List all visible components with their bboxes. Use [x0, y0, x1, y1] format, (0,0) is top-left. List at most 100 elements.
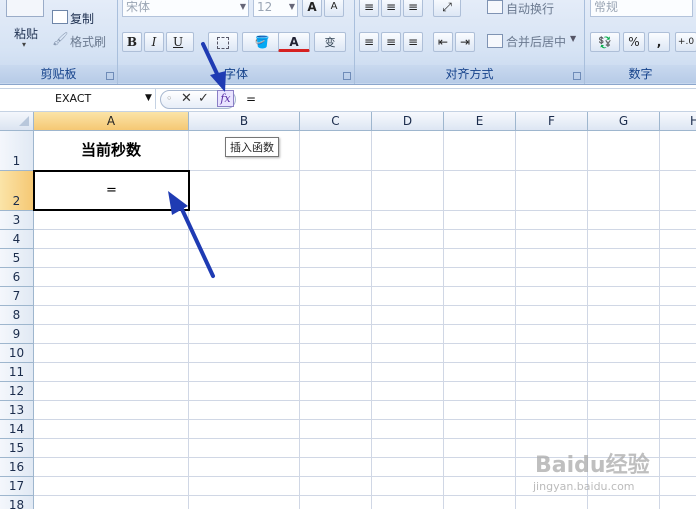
- align-right-button[interactable]: ≡: [403, 32, 423, 52]
- decrease-indent-button[interactable]: ⇤: [433, 32, 453, 52]
- border-button[interactable]: [208, 32, 238, 52]
- font-launcher-icon[interactable]: [343, 72, 351, 80]
- number-format-combo[interactable]: 常规: [590, 0, 693, 17]
- row-header-11[interactable]: 11: [0, 363, 34, 382]
- clipboard-launcher-icon[interactable]: [106, 72, 114, 80]
- align-right-icon: ≡: [407, 35, 419, 49]
- decrease-indent-icon: ⇤: [437, 35, 449, 49]
- chevron-down-icon: ▼: [239, 2, 246, 11]
- row-header-8[interactable]: 8: [0, 306, 34, 325]
- row-header-9[interactable]: 9: [0, 325, 34, 344]
- alignment-launcher-icon[interactable]: [573, 72, 581, 80]
- cell-a1[interactable]: 当前秒数: [34, 131, 188, 170]
- column-header-g[interactable]: G: [588, 112, 660, 131]
- gridline: [34, 495, 696, 496]
- font-name-value: 宋体: [126, 0, 151, 14]
- phonetic-button[interactable]: 变: [314, 32, 346, 52]
- row-header-4[interactable]: 4: [0, 230, 34, 249]
- cancel-icon[interactable]: ✕: [181, 91, 192, 106]
- gridline: [34, 324, 696, 325]
- row-header-10[interactable]: 10: [0, 344, 34, 363]
- gridline: [34, 305, 696, 306]
- gridline: [34, 362, 696, 363]
- font-name-combo[interactable]: 宋体 ▼: [122, 0, 249, 17]
- align-middle-button[interactable]: ≡: [381, 0, 401, 17]
- orientation-icon: ⤢: [442, 0, 452, 14]
- gridline: [299, 131, 300, 509]
- row-header-16[interactable]: 16: [0, 458, 34, 477]
- row-header-1[interactable]: 1: [0, 131, 34, 171]
- insert-function-button[interactable]: fx: [217, 90, 234, 107]
- row-header-2[interactable]: 2: [0, 171, 34, 211]
- wrap-text-icon: [487, 0, 503, 14]
- gridline: [34, 343, 696, 344]
- column-header-a[interactable]: A: [34, 112, 189, 131]
- gridline: [34, 286, 696, 287]
- align-left-icon: ≡: [363, 35, 375, 49]
- row-header-5[interactable]: 5: [0, 249, 34, 268]
- fill-color-button[interactable]: 🪣: [242, 32, 282, 52]
- shrink-font-button[interactable]: A: [324, 0, 344, 17]
- expand-handle-icon[interactable]: ◦: [166, 92, 173, 105]
- row-header-14[interactable]: 14: [0, 420, 34, 439]
- row-header-6[interactable]: 6: [0, 268, 34, 287]
- format-painter-button[interactable]: 格式刷: [70, 33, 106, 50]
- cell-a2-active[interactable]: =: [33, 170, 190, 211]
- column-header-d[interactable]: D: [372, 112, 444, 131]
- alignment-group: ≡ ≡ ≡ ⤢ 自动换行 ≡ ≡ ≡ ⇤ ⇥ 合并后居中 ▼ 对齐方式: [355, 0, 585, 84]
- merge-center-button[interactable]: 合并后居中: [506, 33, 566, 50]
- align-bottom-button[interactable]: ≡: [403, 0, 423, 17]
- grow-font-button[interactable]: A: [302, 0, 322, 17]
- currency-button[interactable]: 💱: [590, 32, 620, 52]
- column-header-c[interactable]: C: [300, 112, 372, 131]
- paste-icon[interactable]: [6, 0, 44, 17]
- row-header-17[interactable]: 17: [0, 477, 34, 496]
- font-group: 宋体 ▼ 12 ▼ A A B I U 🪣 A 变 字体: [118, 0, 355, 84]
- fill-bucket-icon: 🪣: [254, 35, 270, 49]
- font-color-button[interactable]: A: [278, 32, 310, 52]
- comma-button[interactable]: ,: [648, 32, 670, 52]
- chevron-down-icon[interactable]: ▼: [570, 34, 576, 43]
- align-middle-icon: ≡: [385, 0, 397, 14]
- clipboard-group-label: 剪贴板: [0, 65, 117, 83]
- orientation-button[interactable]: ⤢: [433, 0, 461, 17]
- enter-check-icon[interactable]: ✓: [198, 91, 209, 106]
- select-all-corner[interactable]: [0, 112, 34, 131]
- italic-button[interactable]: I: [144, 32, 164, 52]
- worksheet-grid: A B C D E F G H 1 2 3 4 5 6 7 8 9 10 11 …: [0, 112, 696, 509]
- gridline: [34, 419, 696, 420]
- row-header-18[interactable]: 18: [0, 496, 34, 509]
- baidu-watermark-logo: Baidu经验: [535, 453, 650, 478]
- align-bottom-icon: ≡: [407, 0, 419, 14]
- clipboard-group: 粘贴 ▾ 复制 🖌 格式刷 剪贴板: [0, 0, 118, 84]
- paste-dropdown-icon[interactable]: ▾: [22, 40, 26, 49]
- column-header-b[interactable]: B: [189, 112, 300, 131]
- underline-button[interactable]: U: [166, 32, 194, 52]
- align-top-button[interactable]: ≡: [359, 0, 379, 17]
- font-size-combo[interactable]: 12 ▼: [253, 0, 298, 17]
- wrap-text-button[interactable]: 自动换行: [506, 0, 554, 17]
- align-left-button[interactable]: ≡: [359, 32, 379, 52]
- fx-icon: fx: [220, 92, 231, 105]
- row-header-12[interactable]: 12: [0, 382, 34, 401]
- column-header-h[interactable]: H: [660, 112, 696, 131]
- currency-icon: 💱: [598, 36, 612, 49]
- percent-button[interactable]: %: [623, 32, 645, 52]
- insert-function-tooltip: 插入函数: [225, 137, 279, 157]
- row-header-13[interactable]: 13: [0, 401, 34, 420]
- name-box-value: EXACT: [55, 92, 92, 105]
- formula-input[interactable]: =: [246, 92, 256, 106]
- increase-decimal-button[interactable]: +.0: [675, 32, 696, 52]
- column-header-e[interactable]: E: [444, 112, 516, 131]
- copy-button[interactable]: 复制: [70, 10, 94, 27]
- name-box[interactable]: EXACT ▼: [0, 89, 156, 109]
- baidu-watermark-url: jingyan.baidu.com: [533, 480, 635, 493]
- increase-indent-button[interactable]: ⇥: [455, 32, 475, 52]
- bold-button[interactable]: B: [122, 32, 142, 52]
- align-center-button[interactable]: ≡: [381, 32, 401, 52]
- row-header-15[interactable]: 15: [0, 439, 34, 458]
- row-header-3[interactable]: 3: [0, 211, 34, 230]
- row-header-7[interactable]: 7: [0, 287, 34, 306]
- column-header-f[interactable]: F: [516, 112, 588, 131]
- chevron-down-icon[interactable]: ▼: [145, 93, 152, 103]
